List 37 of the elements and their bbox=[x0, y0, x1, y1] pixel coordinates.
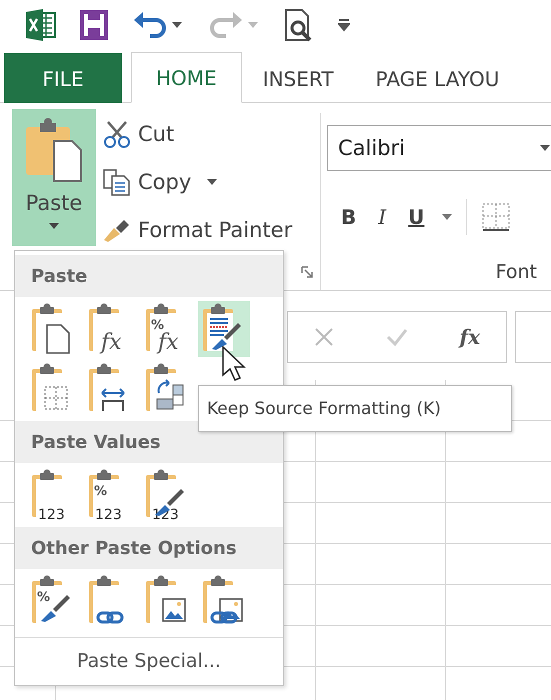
scissors-icon bbox=[102, 120, 132, 148]
caret-icon bbox=[540, 145, 550, 151]
copy-icon bbox=[102, 168, 132, 196]
font-name-field[interactable]: Calibri bbox=[327, 125, 551, 171]
font-style-button[interactable]: B bbox=[337, 205, 360, 229]
caret-icon bbox=[442, 214, 452, 220]
dialog-launcher-icon[interactable] bbox=[301, 266, 313, 278]
ribbon-tab[interactable]: INSERT bbox=[242, 53, 355, 103]
menu-section-header: Paste bbox=[15, 255, 283, 297]
print-preview-icon[interactable] bbox=[284, 8, 314, 42]
menu-section-header: Paste Values bbox=[15, 421, 283, 463]
caret-icon bbox=[49, 223, 59, 229]
ribbon-tab[interactable]: FILE bbox=[4, 53, 122, 103]
font-style-button[interactable]: I bbox=[374, 205, 390, 229]
save-icon[interactable] bbox=[80, 10, 108, 40]
caret-icon bbox=[207, 179, 218, 185]
mouse-pointer-icon bbox=[222, 346, 246, 382]
clipboard-command[interactable]: Copy bbox=[102, 161, 292, 203]
paste-special-item[interactable]: Paste Special... bbox=[15, 638, 283, 672]
customize-toolbar-icon[interactable] bbox=[338, 18, 350, 32]
excel-logo-icon bbox=[26, 9, 56, 41]
tooltip: Keep Source Formatting (K) bbox=[198, 385, 512, 432]
ribbon-tab[interactable]: PAGE LAYOU bbox=[354, 53, 520, 103]
clipboard-document-icon bbox=[24, 117, 84, 183]
paste-button[interactable]: Paste bbox=[12, 109, 96, 246]
menu-section-header: Other Paste Options bbox=[15, 527, 283, 569]
clipboard-command[interactable]: Cut bbox=[102, 113, 292, 155]
group-label: Font bbox=[496, 261, 537, 283]
paste-option-button[interactable] bbox=[198, 301, 250, 357]
clipboard-command[interactable]: Format Painter bbox=[102, 209, 292, 251]
ribbon-tab[interactable]: HOME bbox=[131, 52, 242, 103]
font-style-button[interactable]: U bbox=[404, 205, 428, 229]
undo-icon[interactable] bbox=[132, 10, 184, 40]
borders-icon[interactable] bbox=[481, 202, 512, 232]
insert-function-button[interactable]: fx bbox=[460, 325, 480, 349]
checkmark-icon[interactable] bbox=[386, 327, 408, 347]
formula-field[interactable] bbox=[515, 311, 551, 363]
